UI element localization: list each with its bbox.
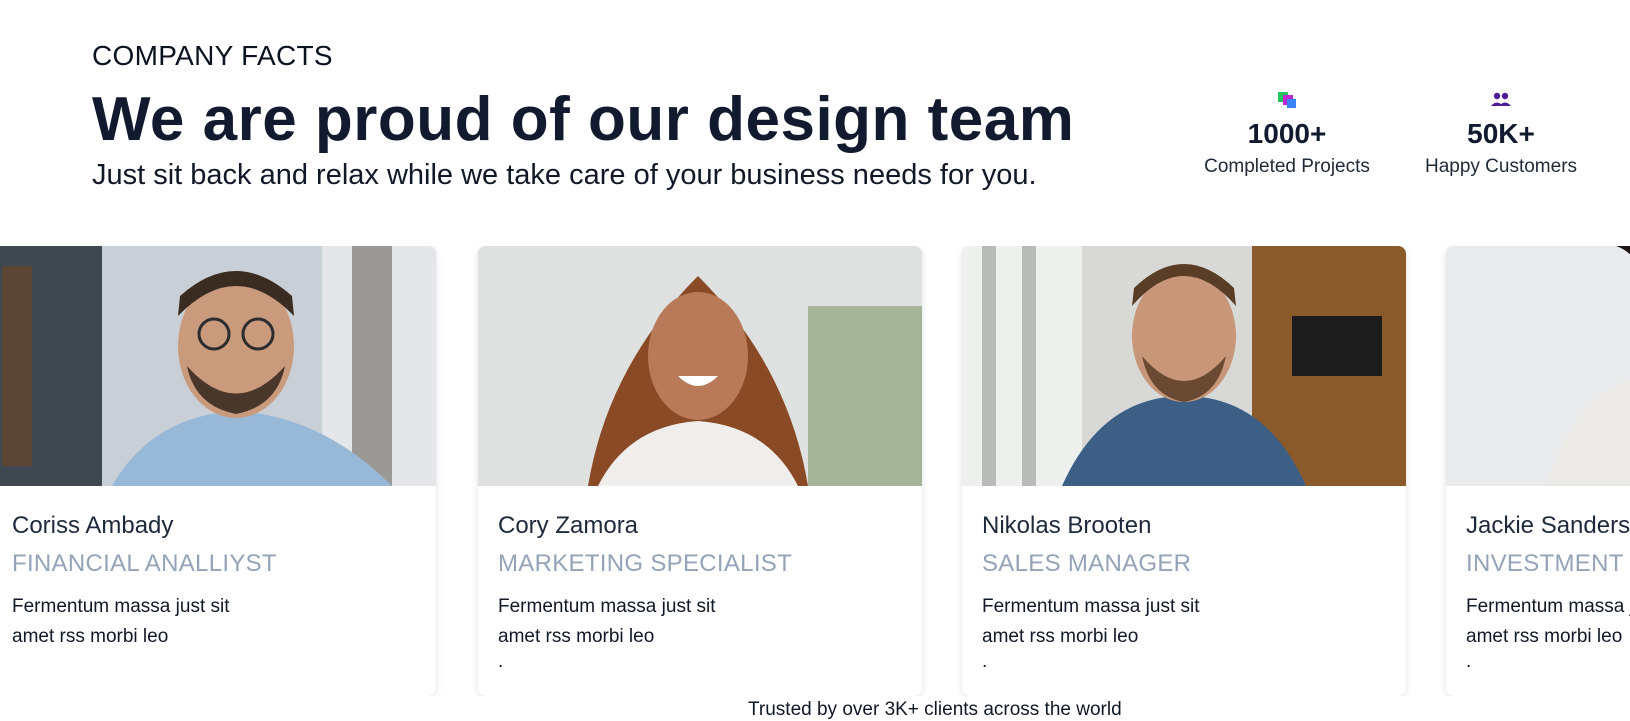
- description-ellipsis: .: [1466, 651, 1472, 672]
- team-member-photo: [1446, 246, 1630, 486]
- team-card[interactable]: Jackie Sanders INVESTMENT PLANNER Fermen…: [1446, 246, 1630, 696]
- stat-value: 1000+: [1247, 118, 1327, 149]
- company-facts-eyebrow: COMPANY FACTS: [92, 40, 333, 71]
- team-carousel[interactable]: Coriss Ambady FINANCIAL ANALLIYST Fermen…: [0, 246, 1630, 696]
- page-headline: We are proud of our design team: [92, 85, 1075, 154]
- team-member-description: Fermentum massa just sit amet rss morbi …: [498, 596, 716, 647]
- customers-icon: [1491, 92, 1511, 106]
- team-member-role: SALES MANAGER: [982, 550, 1192, 577]
- team-member-photo: [478, 246, 922, 486]
- description-ellipsis: .: [498, 651, 504, 672]
- page-subline: Just sit back and relax while we take ca…: [92, 159, 1037, 191]
- stat-completed-projects: 1000+ Completed Projects: [1192, 90, 1382, 178]
- projects-icon: [1278, 92, 1296, 108]
- team-member-role: MARKETING SPECIALIST: [498, 550, 793, 577]
- team-member-name: Coriss Ambady: [12, 512, 174, 539]
- team-card[interactable]: Nikolas Brooten SALES MANAGER Fermentum …: [962, 246, 1406, 696]
- team-card[interactable]: Cory Zamora MARKETING SPECIALIST Ferment…: [478, 246, 922, 696]
- team-member-name: Cory Zamora: [498, 512, 639, 539]
- stat-label: Happy Customers: [1424, 156, 1578, 177]
- stat-happy-customers: 50K+ Happy Customers: [1406, 90, 1596, 178]
- team-member-photo: [0, 246, 436, 486]
- team-member-name: Jackie Sanders: [1466, 512, 1630, 539]
- team-card[interactable]: Coriss Ambady FINANCIAL ANALLIYST Fermen…: [0, 246, 436, 696]
- team-member-description: Fermentum massa just sit amet rss morbi …: [1466, 596, 1630, 647]
- trusted-by-text: Trusted by over 3K+ clients across the w…: [748, 699, 1122, 720]
- team-member-description: Fermentum massa just sit amet rss morbi …: [982, 596, 1200, 647]
- team-member-role: INVESTMENT PLANNER: [1466, 550, 1630, 577]
- team-member-name: Nikolas Brooten: [982, 512, 1152, 539]
- stat-value: 50K+: [1467, 118, 1535, 149]
- description-ellipsis: .: [982, 651, 988, 672]
- team-member-description: Fermentum massa just sit amet rss morbi …: [12, 596, 230, 647]
- stat-label: Completed Projects: [1204, 156, 1370, 177]
- team-member-role: FINANCIAL ANALLIYST: [12, 550, 277, 577]
- team-member-photo: [962, 246, 1406, 486]
